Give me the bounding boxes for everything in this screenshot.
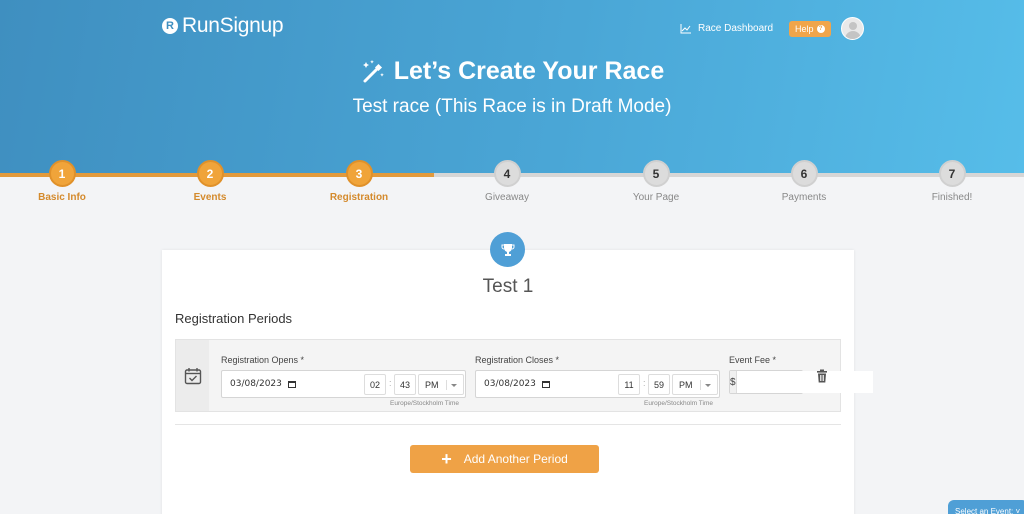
header-banner: R RunSignup Race Dashboard Help ? Let’s bbox=[0, 0, 1024, 174]
trophy-icon bbox=[501, 243, 514, 256]
event-card: Test 1 Registration Periods Registration… bbox=[162, 250, 873, 514]
calendar-icon[interactable] bbox=[287, 380, 296, 388]
step-your-page[interactable]: 5 Your Page bbox=[596, 160, 716, 203]
page-title: Let’s Create Your Race bbox=[0, 57, 1024, 86]
opens-date-value: 03/08/2023 bbox=[230, 379, 282, 389]
caret-down-icon bbox=[705, 384, 711, 387]
avatar-body bbox=[844, 31, 861, 39]
step-number: 2 bbox=[196, 160, 224, 187]
step-number: 5 bbox=[642, 160, 670, 187]
closes-minute-input[interactable]: 59 bbox=[648, 374, 670, 395]
calendar-icon[interactable] bbox=[541, 380, 550, 388]
user-avatar[interactable] bbox=[840, 17, 864, 40]
step-events[interactable]: 2 Events bbox=[150, 160, 270, 203]
event-fee-label: Event Fee * bbox=[729, 355, 777, 365]
step-finished[interactable]: 7 Finished! bbox=[892, 160, 1012, 203]
opens-ampm-value: PM bbox=[425, 379, 439, 390]
opens-date-input[interactable]: 03/08/2023 bbox=[230, 379, 296, 389]
step-number: 6 bbox=[790, 160, 818, 187]
opens-hour-input[interactable]: 02 bbox=[364, 374, 386, 395]
event-name: Test 1 bbox=[482, 276, 534, 297]
runsignup-logo[interactable]: R RunSignup bbox=[162, 14, 284, 38]
select-separator bbox=[446, 380, 447, 390]
step-label: Registration bbox=[329, 192, 389, 203]
step-number: 1 bbox=[48, 160, 76, 187]
period-side-panel bbox=[176, 340, 209, 411]
calendar-check-icon bbox=[184, 367, 201, 384]
step-basic-info[interactable]: 1 Basic Info bbox=[2, 160, 122, 203]
step-registration[interactable]: 3 Registration bbox=[299, 160, 419, 203]
magic-wand-icon bbox=[362, 59, 384, 82]
step-number: 3 bbox=[345, 160, 373, 187]
logo-text: RunSignup bbox=[182, 14, 284, 37]
time-colon: : bbox=[389, 378, 392, 388]
opens-minute-input[interactable]: 43 bbox=[394, 374, 416, 395]
closes-ampm-select[interactable]: PM bbox=[672, 374, 718, 395]
avatar-head bbox=[848, 22, 857, 30]
opens-timezone: Europe/Stockholm Time bbox=[390, 400, 460, 407]
divider bbox=[175, 424, 841, 425]
registration-closes-field: 03/08/2023 11 : 59 PM bbox=[475, 370, 720, 398]
step-label: Giveaway bbox=[485, 192, 529, 203]
event-fee-input[interactable] bbox=[736, 371, 873, 393]
time-colon: : bbox=[643, 378, 646, 388]
step-number: 4 bbox=[493, 160, 521, 187]
trash-icon[interactable] bbox=[816, 369, 828, 383]
step-number: 7 bbox=[938, 160, 966, 187]
step-label: Events bbox=[193, 192, 227, 203]
event-fee-field: $ bbox=[729, 370, 873, 394]
caret-down-icon bbox=[451, 384, 457, 387]
page-title-text: Let’s Create Your Race bbox=[393, 57, 665, 85]
question-circle-icon: ? bbox=[816, 24, 825, 33]
registration-closes-label: Registration Closes * bbox=[475, 355, 560, 365]
help-label: Help bbox=[795, 23, 814, 34]
closes-hour-input[interactable]: 11 bbox=[618, 374, 640, 395]
logo-mark-icon: R bbox=[162, 18, 178, 34]
step-label: Basic Info bbox=[38, 192, 86, 203]
trophy-badge bbox=[490, 232, 525, 267]
line-chart-icon bbox=[680, 23, 691, 33]
step-label: Finished! bbox=[931, 192, 973, 203]
add-another-period-button[interactable]: + Add Another Period bbox=[410, 445, 599, 473]
step-label: Your Page bbox=[632, 192, 680, 203]
race-dashboard-label: Race Dashboard bbox=[698, 23, 774, 34]
closes-date-input[interactable]: 03/08/2023 bbox=[484, 379, 550, 389]
select-event-tab[interactable]: Select an Event: ˅ bbox=[948, 500, 1024, 514]
closes-ampm-value: PM bbox=[679, 379, 693, 390]
step-payments[interactable]: 6 Payments bbox=[744, 160, 864, 203]
select-separator bbox=[700, 380, 701, 390]
help-button[interactable]: Help ? bbox=[789, 20, 831, 37]
registration-period-row: Registration Opens * 03/08/2023 02 : 43 … bbox=[175, 339, 873, 412]
closes-date-value: 03/08/2023 bbox=[484, 379, 536, 389]
top-nav: Race Dashboard Help ? bbox=[680, 17, 864, 40]
opens-ampm-select[interactable]: PM bbox=[418, 374, 464, 395]
race-dashboard-link[interactable]: Race Dashboard bbox=[680, 23, 773, 34]
registration-opens-label: Registration Opens * bbox=[221, 355, 305, 365]
step-label: Payments bbox=[781, 192, 827, 203]
registration-periods-heading: Registration Periods bbox=[175, 311, 293, 326]
registration-opens-field: 03/08/2023 02 : 43 PM bbox=[221, 370, 466, 398]
race-subtitle: Test race (This Race is in Draft Mode) bbox=[352, 96, 672, 117]
plus-icon: + bbox=[441, 449, 452, 469]
step-giveaway[interactable]: 4 Giveaway bbox=[447, 160, 567, 203]
add-another-period-label: Add Another Period bbox=[463, 452, 568, 466]
closes-timezone: Europe/Stockholm Time bbox=[644, 400, 714, 407]
progress-stepper: 1 Basic Info 2 Events 3 Registration 4 G… bbox=[0, 160, 1024, 210]
